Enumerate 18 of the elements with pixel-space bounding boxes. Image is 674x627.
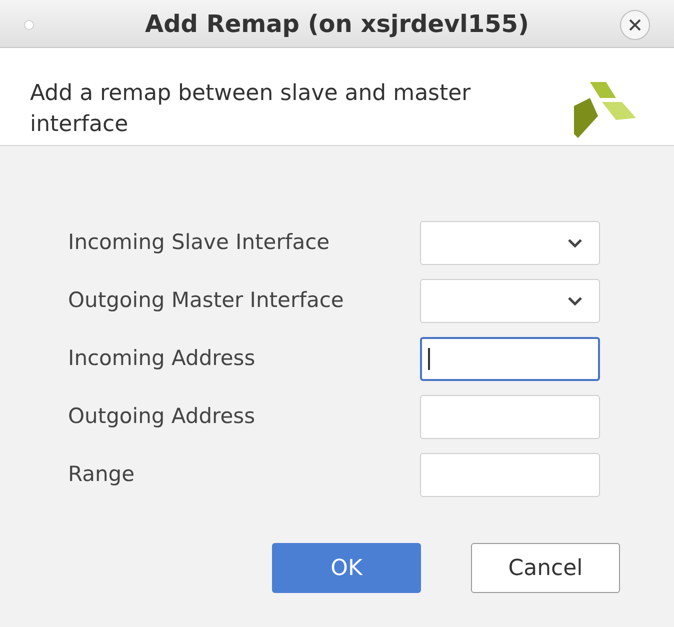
window-menu-icon[interactable] xyxy=(24,20,34,30)
dropdown[interactable] xyxy=(420,279,600,323)
cancel-button[interactable]: Cancel xyxy=(471,543,620,593)
input-field[interactable] xyxy=(420,337,600,381)
ok-button[interactable]: OK xyxy=(272,543,421,593)
field-label: Outgoing Master Interface xyxy=(68,287,345,314)
field-label: Incoming Address xyxy=(68,345,256,372)
field-label: Outgoing Address xyxy=(68,403,256,430)
close-icon xyxy=(629,19,641,31)
close-button[interactable] xyxy=(620,10,650,40)
text-cursor xyxy=(428,348,430,370)
description-text: Add a remap between slave and master interface xyxy=(30,80,472,139)
dropdown[interactable] xyxy=(420,221,600,265)
window-title: Add Remap (on xsjrdevl155) xyxy=(145,8,529,40)
field-label: Incoming Slave Interface xyxy=(68,229,331,256)
chevron-down-icon xyxy=(567,296,583,306)
field-label: Range xyxy=(68,461,136,488)
chevron-down-icon xyxy=(567,238,583,248)
